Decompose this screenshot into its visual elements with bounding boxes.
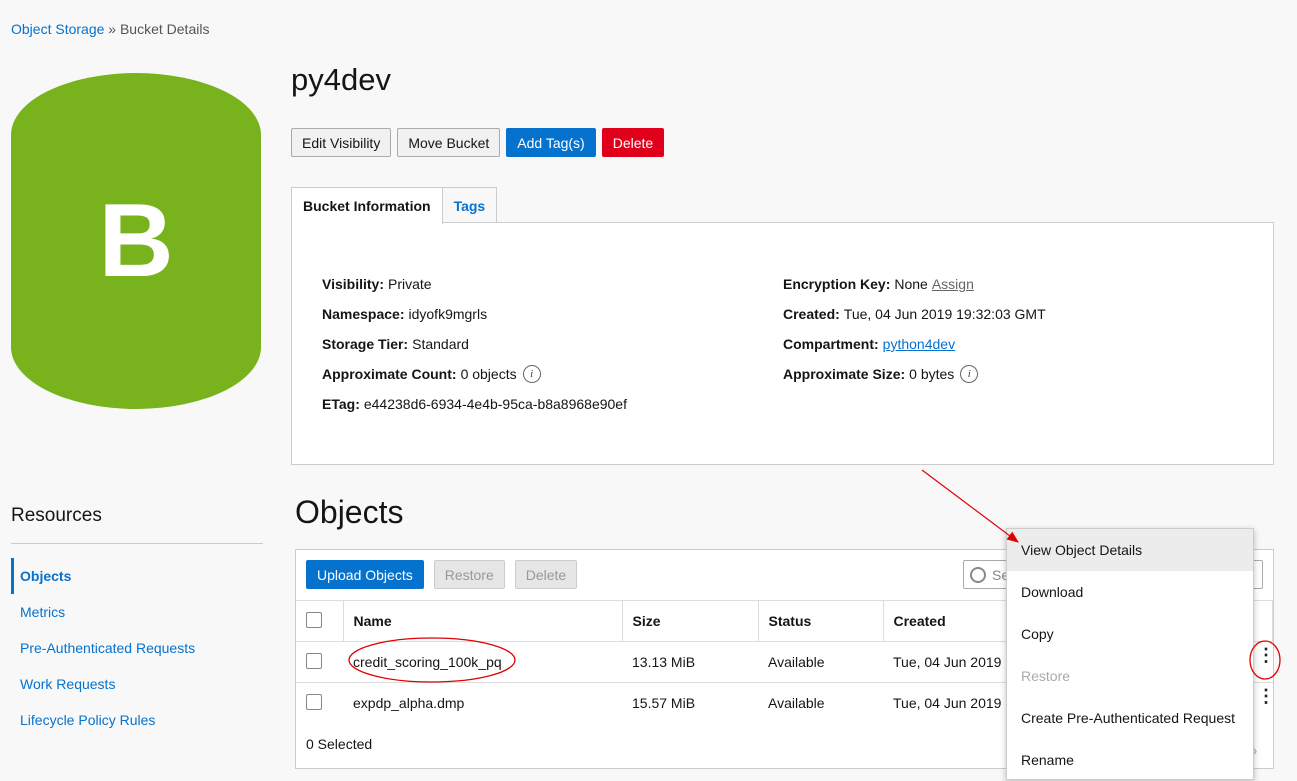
restore-button[interactable]: Restore [433,560,505,589]
created-value: Tue, 04 Jun 2019 19:32:03 GMT [843,306,1046,322]
menu-create-pre-authenticated-request[interactable]: Create Pre-Authenticated Request [1007,697,1253,739]
approx-count-value: 0 objects [460,366,517,382]
page-title: py4dev [291,62,391,97]
menu-restore: Restore [1021,668,1071,684]
objects-toolbar: Upload Objects Restore Delete [306,560,578,589]
bucket-info-panel: Visibility: Private Namespace: idyofk9mg… [291,222,1274,465]
nav-item-work-requests[interactable]: Work Requests [11,666,195,702]
menu-rename[interactable]: Rename [1007,739,1253,781]
approx-size-label: Approximate Size: [783,366,906,382]
info-etag: ETag: e44238d6-6934-4e4b-95ca-b8a8968e90… [322,389,627,419]
resources-nav: Objects Metrics Pre-Authenticated Reques… [11,558,195,738]
select-all-cell [296,600,344,642]
object-name[interactable]: expdp_alpha.dmp [343,682,622,724]
row-checkbox-cell [296,682,343,724]
row-checkbox-cell [296,641,343,683]
info-visibility: Visibility: Private [322,269,627,299]
etag-value: e44238d6-6934-4e4b-95ca-b8a8968e90ef [363,396,627,412]
object-size: 15.57 MiB [622,682,758,724]
compartment-label: Compartment: [783,336,879,352]
tab-bucket-information[interactable]: Bucket Information [291,187,443,224]
object-status: Available [758,682,883,724]
visibility-value: Private [387,276,432,292]
breadcrumb-current: Bucket Details [119,21,210,37]
info-storage-tier: Storage Tier: Standard [322,329,627,359]
row-checkbox[interactable] [306,652,322,669]
menu-view-object-details[interactable]: View Object Details [1007,529,1253,571]
resources-title: Resources [11,505,102,526]
breadcrumb-object-storage-link[interactable]: Object Storage [11,21,104,37]
compartment-link[interactable]: python4dev [883,336,955,352]
info-left-column: Visibility: Private Namespace: idyofk9mg… [322,269,627,419]
created-label: Created: [783,306,840,322]
visibility-label: Visibility: [322,276,384,292]
menu-copy[interactable]: Copy [1007,613,1253,655]
info-created: Created: Tue, 04 Jun 2019 19:32:03 GMT [783,299,1046,329]
nav-item-objects[interactable]: Objects [11,558,195,594]
bucket-icon: B [11,73,261,409]
info-compartment: Compartment: python4dev [783,329,1046,359]
add-tags-button[interactable]: Add Tag(s) [506,128,596,157]
row-actions-kebab-icon[interactable]: ⋮ [1257,687,1275,705]
object-status: Available [758,641,883,683]
row-actions-menu: View Object Details Download Copy Restor… [1006,528,1254,780]
storage-tier-value: Standard [412,336,469,352]
info-encryption: Encryption Key: None Assign [783,269,1046,299]
object-name[interactable]: credit_scoring_100k_pq [343,641,622,683]
row-checkbox[interactable] [306,693,322,710]
menu-download[interactable]: Download [1007,571,1253,613]
bucket-icon-letter: B [98,182,174,299]
column-status[interactable]: Status [758,600,884,642]
info-approx-size: Approximate Size: 0 bytes i [783,359,1046,389]
nav-item-metrics[interactable]: Metrics [11,594,195,630]
row-actions-kebab-icon[interactable]: ⋮ [1257,646,1275,664]
column-name[interactable]: Name [343,600,623,642]
annotation-arrow [921,469,1019,543]
bucket-actions: Edit Visibility Move Bucket Add Tag(s) D… [291,128,665,157]
search-icon [970,566,986,583]
bucket-tabs: Bucket Information Tags [291,187,498,224]
storage-tier-label: Storage Tier: [322,336,409,352]
encryption-label: Encryption Key: [783,276,891,292]
delete-bucket-button[interactable]: Delete [601,128,665,157]
breadcrumb-separator: » [108,21,117,37]
etag-label: ETag: [322,396,360,412]
info-namespace: Namespace: idyofk9mgrls [322,299,627,329]
objects-section-title: Objects [295,494,404,530]
info-approx-count: Approximate Count: 0 objects i [322,359,627,389]
select-all-checkbox[interactable] [306,611,322,628]
nav-item-lifecycle-policy-rules[interactable]: Lifecycle Policy Rules [11,702,195,738]
assign-encryption-link[interactable]: Assign [932,276,974,292]
move-bucket-button[interactable]: Move Bucket [397,128,501,157]
tab-tags[interactable]: Tags [442,187,498,223]
column-size[interactable]: Size [622,600,759,642]
nav-item-pre-authenticated-requests[interactable]: Pre-Authenticated Requests [11,630,195,666]
edit-visibility-button[interactable]: Edit Visibility [291,128,392,157]
info-icon[interactable]: i [960,365,979,383]
breadcrumb: Object Storage » Bucket Details [11,21,209,37]
selection-count: 0 Selected [306,736,373,752]
info-icon[interactable]: i [522,365,541,383]
namespace-label: Namespace: [322,306,405,322]
info-right-column: Encryption Key: None Assign Created: Tue… [783,269,1046,389]
approx-count-label: Approximate Count: [322,366,457,382]
object-size: 13.13 MiB [622,641,758,683]
delete-objects-button[interactable]: Delete [514,560,578,589]
approx-size-value: 0 bytes [909,366,955,382]
resources-divider [11,543,263,544]
upload-objects-button[interactable]: Upload Objects [306,560,424,589]
encryption-value: None [894,276,928,292]
namespace-value: idyofk9mgrls [408,306,488,322]
